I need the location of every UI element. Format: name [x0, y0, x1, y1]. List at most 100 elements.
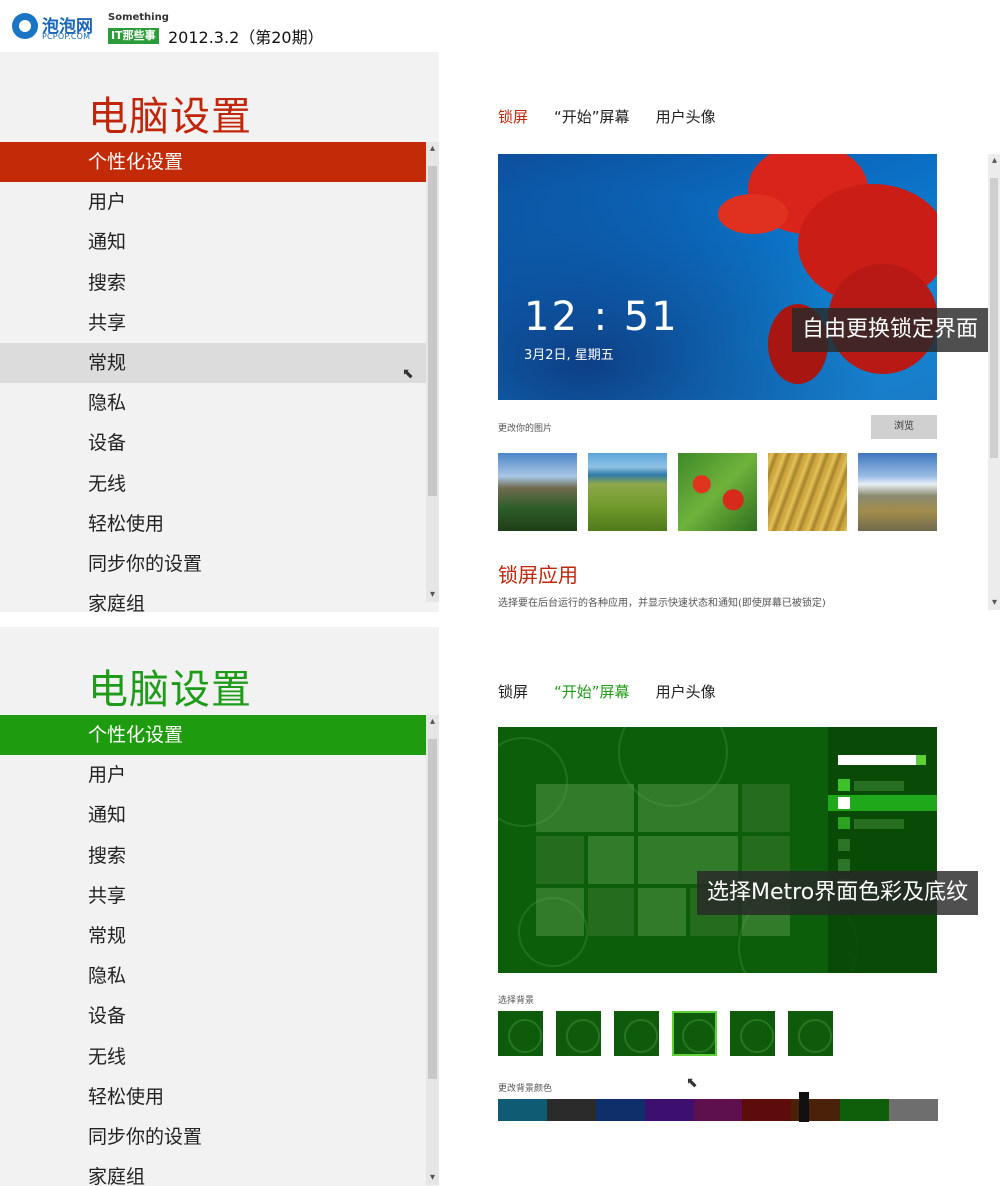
tab-lock-screen[interactable]: 锁屏 — [498, 681, 528, 702]
preview-square — [838, 859, 850, 871]
background-pattern-4[interactable] — [672, 1011, 717, 1056]
sidebar-item-homegroup[interactable]: 家庭组 — [0, 1157, 426, 1186]
scroll-up-icon[interactable]: ▴ — [426, 142, 439, 156]
change-picture-label: 更改你的图片 — [498, 424, 553, 434]
scroll-thumb[interactable] — [990, 178, 998, 458]
lock-screen-apps-desc: 选择要在后台运行的各种应用，并显示快速状态和通知(即使屏幕已被锁定) — [498, 598, 826, 609]
background-pattern-1[interactable] — [498, 1011, 543, 1056]
sidebar-item-sync[interactable]: 同步你的设置 — [0, 544, 426, 584]
scroll-up-icon[interactable]: ▴ — [988, 154, 1000, 168]
sidebar-item-privacy[interactable]: 隐私 — [0, 383, 426, 423]
color-swatch-4[interactable] — [644, 1099, 694, 1121]
scroll-down-icon[interactable]: ▾ — [426, 1171, 439, 1185]
color-slider-knob[interactable] — [799, 1092, 809, 1122]
preview-square — [838, 779, 850, 791]
sidebar-item-wireless[interactable]: 无线 — [0, 464, 426, 504]
sidebar-item-share[interactable]: 共享 — [0, 303, 426, 343]
tab-start-screen[interactable]: “开始”屏幕 — [554, 106, 630, 127]
sidebar-item-devices[interactable]: 设备 — [0, 996, 426, 1036]
sidebar-item-search[interactable]: 搜索 — [0, 263, 426, 303]
something-bot: IT那些事 — [108, 28, 159, 44]
pc-settings-lockscreen: 电脑设置 个性化设置 用户 通知 搜索 共享 常规 隐私 设备 无线 轻松使用 … — [0, 52, 1000, 625]
tile — [588, 836, 634, 884]
settings-tabs: 锁屏 “开始”屏幕 用户头像 — [498, 106, 716, 127]
preview-bar — [854, 781, 904, 791]
sidebar-item-notifications[interactable]: 通知 — [0, 222, 426, 262]
something-top: Something — [108, 12, 169, 23]
scroll-down-icon[interactable]: ▾ — [426, 588, 439, 602]
color-swatch-5[interactable] — [693, 1099, 743, 1121]
callout-lockscreen: 自由更换锁定界面 — [792, 308, 989, 352]
preview-square — [838, 817, 850, 829]
sidebar-scrollbar[interactable]: ▴ ▾ — [426, 715, 439, 1185]
tab-lock-screen[interactable]: 锁屏 — [498, 106, 528, 127]
thumbnail-mountain-road[interactable] — [858, 453, 937, 531]
scroll-thumb[interactable] — [428, 739, 437, 1079]
callout-startscreen: 选择Metro界面色彩及底纹 — [697, 871, 979, 915]
scroll-thumb[interactable] — [428, 166, 437, 496]
thumbnail-red-flowers[interactable] — [678, 453, 757, 531]
sidebar-title: 电脑设置 — [88, 667, 252, 713]
sidebar-item-general[interactable]: 常规 — [0, 916, 426, 956]
pcpop-logo: 泡泡网 PCPOP.COM — [12, 10, 98, 44]
picture-thumbnails — [498, 453, 937, 531]
coral-shape — [718, 194, 788, 234]
sidebar-item-ease-of-access[interactable]: 轻松使用 — [0, 504, 426, 544]
select-background-label: 选择背景 — [498, 996, 535, 1006]
sidebar-item-notifications[interactable]: 通知 — [0, 795, 426, 835]
thumbnail-mountain-lake[interactable] — [498, 453, 577, 531]
preview-square — [838, 797, 850, 809]
preview-side-panel — [828, 727, 937, 973]
scroll-up-icon[interactable]: ▴ — [426, 715, 439, 729]
background-pattern-5[interactable] — [730, 1011, 775, 1056]
color-swatch-3[interactable] — [595, 1099, 645, 1121]
background-pattern-6[interactable] — [788, 1011, 833, 1056]
color-swatch-6[interactable] — [742, 1099, 792, 1121]
browse-button[interactable]: 浏览 — [871, 415, 937, 439]
tab-account-picture[interactable]: 用户头像 — [656, 681, 716, 702]
lock-clock: 12 : 51 — [524, 294, 679, 340]
color-swatch-1[interactable] — [498, 1099, 547, 1121]
background-pattern-3[interactable] — [614, 1011, 659, 1056]
settings-tabs: 锁屏 “开始”屏幕 用户头像 — [498, 681, 716, 702]
sidebar-item-general[interactable]: 常规 — [0, 342, 426, 384]
sidebar-item-wireless[interactable]: 无线 — [0, 1037, 426, 1077]
sidebar-item-privacy[interactable]: 隐私 — [0, 956, 426, 996]
tile — [536, 836, 584, 884]
color-swatch-2[interactable] — [546, 1099, 596, 1121]
tile — [638, 888, 686, 936]
sidebar-item-sync[interactable]: 同步你的设置 — [0, 1117, 426, 1157]
scroll-down-icon[interactable]: ▾ — [988, 596, 1000, 610]
pcpop-logo-icon — [12, 13, 38, 39]
sidebar-item-ease-of-access[interactable]: 轻松使用 — [0, 1077, 426, 1117]
logo-sub: PCPOP.COM — [42, 32, 91, 41]
sidebar-item-users[interactable]: 用户 — [0, 182, 426, 222]
tab-start-screen[interactable]: “开始”屏幕 — [554, 681, 630, 702]
sidebar-item-personalize[interactable]: 个性化设置 — [0, 142, 426, 183]
mouse-cursor-icon: ⬉ — [402, 366, 414, 382]
tile — [638, 784, 738, 832]
mouse-cursor-icon: ⬉ — [686, 1075, 698, 1091]
sidebar-list: 个性化设置 用户 通知 搜索 共享 常规 隐私 设备 无线 轻松使用 同步你的设… — [0, 142, 426, 624]
sidebar-item-search[interactable]: 搜索 — [0, 836, 426, 876]
sidebar-scrollbar[interactable]: ▴ ▾ — [426, 142, 439, 602]
page-header: 泡泡网 PCPOP.COM Something IT那些事 2012.3.2（第… — [0, 0, 1000, 52]
color-swatch-8[interactable] — [840, 1099, 890, 1121]
settings-sidebar: 电脑设置 个性化设置 用户 通知 搜索 共享 常规 隐私 设备 无线 轻松使用 … — [0, 52, 439, 625]
color-swatch-9[interactable] — [889, 1099, 939, 1121]
sidebar-item-devices[interactable]: 设备 — [0, 423, 426, 463]
panel-divider — [0, 612, 1000, 627]
sidebar-title: 电脑设置 — [88, 94, 252, 140]
preview-bar — [854, 819, 904, 829]
sidebar-item-share[interactable]: 共享 — [0, 876, 426, 916]
background-color-bar[interactable] — [498, 1099, 939, 1121]
content-scrollbar[interactable]: ▴ ▾ — [988, 154, 1000, 610]
preview-bar — [838, 755, 916, 765]
lock-screen-preview: 12 : 51 3月2日, 星期五 — [498, 154, 937, 400]
background-pattern-2[interactable] — [556, 1011, 601, 1056]
thumbnail-green-coast[interactable] — [588, 453, 667, 531]
tab-account-picture[interactable]: 用户头像 — [656, 106, 716, 127]
thumbnail-golden-grass[interactable] — [768, 453, 847, 531]
sidebar-item-personalize[interactable]: 个性化设置 — [0, 715, 426, 756]
sidebar-item-users[interactable]: 用户 — [0, 755, 426, 795]
